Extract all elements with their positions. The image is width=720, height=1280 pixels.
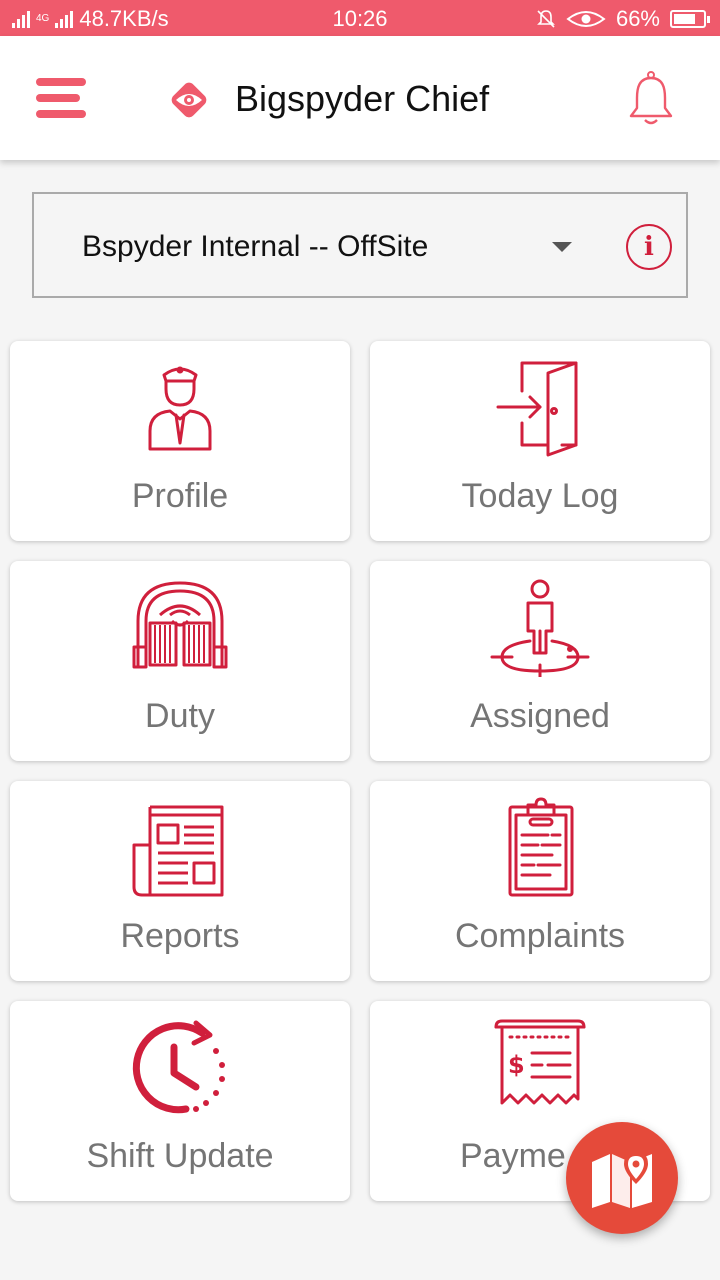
eye-icon [566, 11, 606, 27]
map-fab-button[interactable] [566, 1122, 678, 1234]
clock-rotate-icon [132, 1020, 225, 1114]
chevron-down-icon [552, 242, 572, 252]
newspaper-icon [132, 805, 224, 897]
tile-shift-update[interactable]: Shift Update [10, 1001, 350, 1201]
tile-label: Duty [145, 697, 215, 735]
status-bar: 4G 48.7KB/s 10:26 66% [0, 0, 720, 36]
site-dropdown[interactable]: Bspyder Internal -- OffSite i [32, 192, 688, 298]
tile-reports[interactable]: Reports [10, 781, 350, 981]
tile-label: Shift Update [86, 1137, 274, 1175]
door-enter-icon [496, 361, 578, 457]
person-target-icon [490, 579, 590, 677]
tile-duty[interactable]: Duty [10, 561, 350, 761]
status-right: 66% [536, 6, 710, 32]
security-guard-icon [148, 366, 212, 451]
battery-icon [670, 10, 710, 28]
tile-profile[interactable]: Profile [10, 341, 350, 541]
tile-label: Profile [131, 477, 229, 515]
clipboard-icon [508, 797, 574, 897]
receipt-icon: $ [494, 1019, 586, 1105]
tile-label: Today Log [461, 477, 619, 515]
app-title: Bigspyder Chief [235, 78, 490, 119]
battery-percent: 66% [615, 6, 660, 31]
tile-complaints[interactable]: Complaints [370, 781, 710, 981]
tile-label: Complaints [454, 917, 626, 955]
gate-icon [132, 581, 228, 669]
info-icon[interactable]: i [626, 224, 672, 270]
tile-label: Assigned [470, 697, 610, 735]
bell-off-icon [537, 10, 555, 28]
svg-text:$: $ [508, 1051, 525, 1079]
bell-icon[interactable] [628, 70, 674, 126]
site-dropdown-value: Bspyder Internal -- OffSite [82, 230, 429, 263]
hamburger-menu-icon [36, 78, 86, 86]
app-bar: Bigspyder Chief [0, 36, 720, 160]
tile-today-log[interactable]: Today Log [370, 341, 710, 541]
eye-diamond-logo [171, 82, 207, 118]
tile-assigned[interactable]: Assigned [370, 561, 710, 761]
menu-button[interactable] [36, 78, 88, 118]
map-icon [592, 1152, 652, 1208]
tile-label: Reports [120, 917, 240, 955]
